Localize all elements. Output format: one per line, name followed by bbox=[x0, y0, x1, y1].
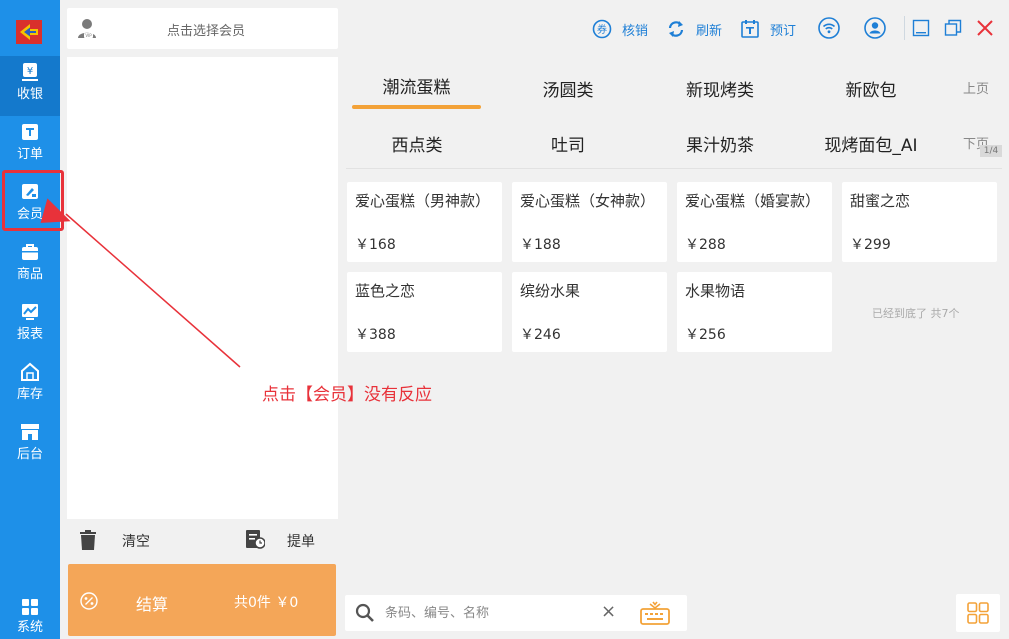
cart-list-area bbox=[67, 57, 338, 519]
prev-page-button[interactable]: 上页 bbox=[963, 78, 989, 97]
product-name: 爱心蛋糕（男神款） bbox=[355, 192, 491, 210]
sidebar-item-label: 系统 bbox=[16, 620, 43, 635]
cart-action-row: 清空 提单 bbox=[67, 522, 338, 558]
tab-category-toast[interactable]: 吐司 bbox=[508, 131, 628, 156]
warehouse-icon bbox=[21, 362, 39, 381]
product-name: 爱心蛋糕（女神款） bbox=[520, 192, 656, 210]
product-price: ￥188 bbox=[520, 237, 561, 253]
goods-bag-icon bbox=[22, 244, 38, 260]
tab-category-baked-bread-ai[interactable]: 现烤面包_AI bbox=[811, 131, 931, 156]
layout-toggle-button[interactable] bbox=[956, 594, 1000, 632]
product-name: 爱心蛋糕（婚宴款） bbox=[685, 192, 821, 210]
annotation-highlight-box bbox=[2, 170, 64, 231]
restore-window-icon[interactable] bbox=[944, 19, 962, 37]
sidebar-item-label: 订单 bbox=[16, 147, 43, 162]
sidebar: ¥ 收银 订单 会员 商品 报表 库存 后台 系统 bbox=[0, 0, 60, 639]
product-price: ￥256 bbox=[685, 327, 726, 343]
sidebar-item-goods[interactable]: 商品 bbox=[0, 236, 60, 296]
reserve-label: 预订 bbox=[770, 24, 797, 39]
category-divider bbox=[346, 168, 1002, 169]
product-price: ￥288 bbox=[685, 237, 726, 253]
sidebar-item-inventory[interactable]: 库存 bbox=[0, 356, 60, 416]
tab-category-fresh-baked[interactable]: 新现烤类 bbox=[660, 76, 780, 101]
product-card[interactable]: 爱心蛋糕（男神款） ￥168 bbox=[347, 182, 502, 262]
sidebar-item-label: 商品 bbox=[16, 267, 43, 282]
search-icon bbox=[355, 603, 374, 622]
search-bar: × bbox=[345, 595, 687, 631]
product-price: ￥299 bbox=[850, 237, 891, 253]
app-logo-icon bbox=[16, 20, 42, 44]
sidebar-item-report[interactable]: 报表 bbox=[0, 296, 60, 356]
report-chart-icon bbox=[22, 304, 38, 320]
wifi-icon[interactable] bbox=[818, 17, 840, 39]
checkout-button[interactable]: 结算 共0件 ￥0 bbox=[68, 564, 336, 636]
clear-search-icon[interactable]: × bbox=[601, 601, 616, 622]
coupon-verify-icon: 券 bbox=[592, 19, 612, 39]
checkout-summary: 共0件 ￥0 bbox=[234, 595, 299, 611]
page-indicator: 1/4 bbox=[980, 145, 1002, 157]
minimize-icon[interactable] bbox=[912, 19, 930, 37]
tab-category-tangyuan[interactable]: 汤圆类 bbox=[508, 76, 628, 101]
product-card[interactable]: 蓝色之恋 ￥388 bbox=[347, 272, 502, 352]
checkout-label: 结算 bbox=[136, 595, 169, 614]
end-of-list-text: 已经到底了 共7个 bbox=[872, 307, 960, 320]
grid-view-icon bbox=[967, 602, 989, 624]
active-tab-underline bbox=[352, 105, 481, 109]
user-account-icon[interactable] bbox=[864, 17, 886, 39]
product-price: ￥168 bbox=[355, 237, 396, 253]
product-card[interactable]: 甜蜜之恋 ￥299 bbox=[842, 182, 997, 262]
sidebar-item-system[interactable]: 系统 bbox=[0, 590, 60, 639]
product-card[interactable]: 爱心蛋糕（婚宴款） ￥288 bbox=[677, 182, 832, 262]
search-input[interactable] bbox=[385, 602, 585, 624]
tab-category-trendy-cake[interactable]: 潮流蛋糕 bbox=[352, 73, 481, 98]
svg-text:券: 券 bbox=[597, 23, 607, 36]
svg-text:VIP: VIP bbox=[85, 33, 92, 38]
product-price: ￥388 bbox=[355, 327, 396, 343]
trash-icon[interactable] bbox=[79, 530, 97, 550]
refresh-icon bbox=[668, 21, 684, 37]
close-icon[interactable] bbox=[976, 19, 994, 37]
tab-category-juice-milk-tea[interactable]: 果汁奶茶 bbox=[660, 131, 780, 156]
sidebar-item-cashier[interactable]: ¥ 收银 bbox=[0, 56, 60, 116]
tab-category-western-pastry[interactable]: 西点类 bbox=[357, 131, 477, 156]
product-name: 缤纷水果 bbox=[520, 282, 581, 300]
bill-clock-icon[interactable] bbox=[245, 529, 265, 549]
clear-cart-button[interactable]: 清空 bbox=[122, 531, 150, 551]
product-price: ￥246 bbox=[520, 327, 561, 343]
svg-text:¥: ¥ bbox=[27, 66, 33, 77]
vip-user-icon: VIP bbox=[78, 19, 96, 38]
product-card[interactable]: 水果物语 ￥256 bbox=[677, 272, 832, 352]
sidebar-item-backend[interactable]: 后台 bbox=[0, 416, 60, 476]
product-name: 水果物语 bbox=[685, 282, 746, 300]
product-card[interactable]: 缤纷水果 ￥246 bbox=[512, 272, 667, 352]
product-card[interactable]: 爱心蛋糕（女神款） ￥188 bbox=[512, 182, 667, 262]
sidebar-item-label: 库存 bbox=[16, 387, 43, 402]
refresh-label: 刷新 bbox=[696, 24, 723, 39]
sidebar-item-label: 报表 bbox=[16, 327, 43, 342]
product-name: 蓝色之恋 bbox=[355, 282, 416, 300]
backend-store-icon bbox=[21, 424, 39, 440]
tab-category-new-euro-bread[interactable]: 新欧包 bbox=[811, 76, 931, 101]
discount-icon bbox=[80, 592, 98, 610]
member-select-placeholder: 点击选择会员 bbox=[167, 24, 246, 39]
sidebar-item-label: 收银 bbox=[16, 87, 43, 102]
calendar-reserve-icon bbox=[741, 20, 759, 38]
verify-label: 核销 bbox=[622, 24, 649, 39]
sidebar-item-order[interactable]: 订单 bbox=[0, 116, 60, 176]
cashier-icon: ¥ bbox=[22, 63, 38, 81]
keyboard-icon[interactable] bbox=[639, 600, 671, 626]
submit-bill-button[interactable]: 提单 bbox=[287, 531, 315, 551]
toolbar-divider bbox=[904, 16, 905, 40]
member-select-bar[interactable]: VIP 点击选择会员 bbox=[67, 8, 338, 49]
grid-apps-icon bbox=[22, 599, 38, 615]
order-icon bbox=[22, 124, 38, 140]
product-name: 甜蜜之恋 bbox=[850, 192, 911, 210]
sidebar-item-label: 后台 bbox=[16, 447, 43, 462]
annotation-text: 点击【会员】没有反应 bbox=[262, 385, 432, 405]
